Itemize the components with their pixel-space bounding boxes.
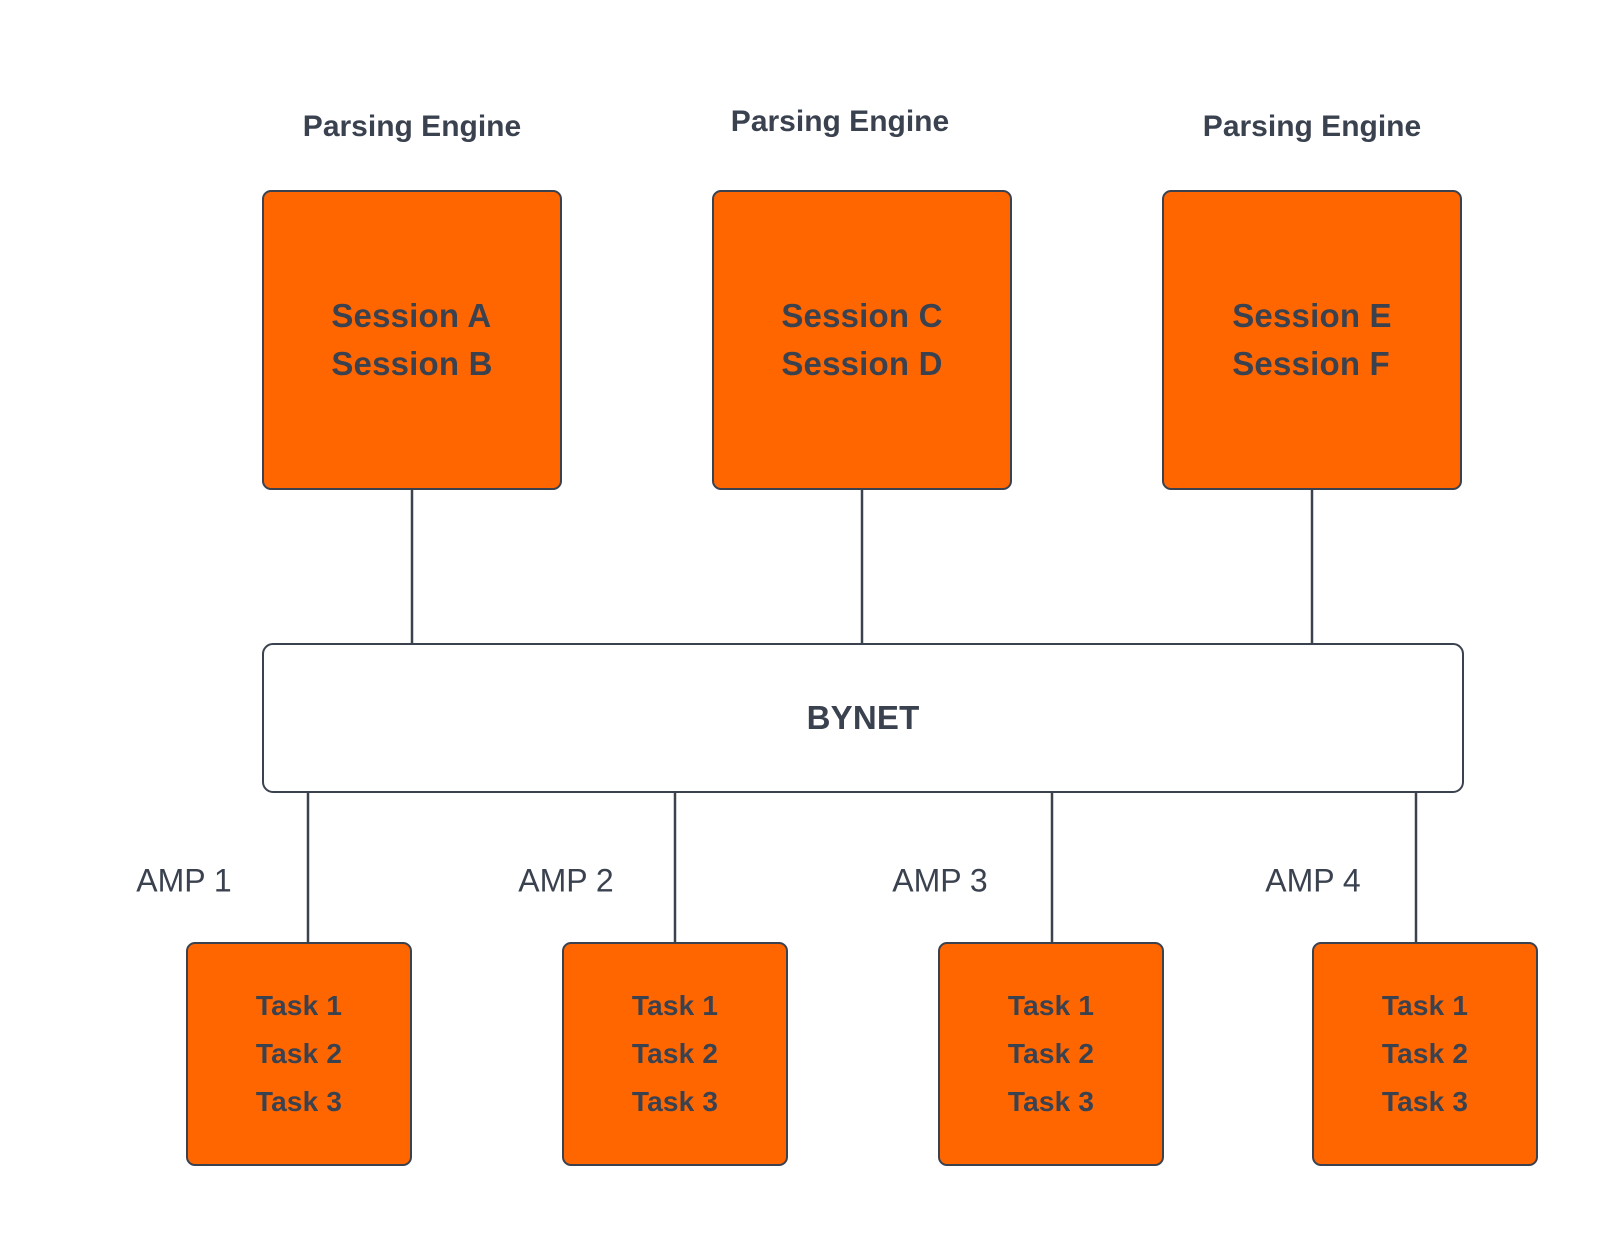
task-item: Task 1 — [631, 990, 719, 1021]
task-item: Task 3 — [255, 1086, 343, 1117]
amp-1-label: AMP 1 — [136, 862, 232, 899]
session-item: Session A — [331, 297, 492, 334]
task-item: Task 1 — [255, 990, 343, 1021]
session-item: Session C — [781, 297, 943, 334]
parsing-engine-1-caption: Parsing Engine — [302, 110, 522, 143]
parsing-engine-1-session-list: Session A Session B — [331, 292, 492, 388]
amp-4-task-box[interactable]: Task 1 Task 2 Task 3 — [1312, 942, 1538, 1166]
session-item: Session E — [1232, 297, 1392, 334]
amp-2-task-box[interactable]: Task 1 Task 2 Task 3 — [562, 942, 788, 1166]
parsing-engine-2-box[interactable]: Session C Session D — [712, 190, 1012, 490]
diagram-canvas: Parsing Engine Parsing Engine Parsing En… — [0, 0, 1613, 1243]
amp-2-label: AMP 2 — [518, 862, 614, 899]
task-item: Task 1 — [1007, 990, 1095, 1021]
amp-1-task-list: Task 1 Task 2 Task 3 — [256, 982, 342, 1126]
task-item: Task 3 — [631, 1086, 719, 1117]
session-item: Session D — [781, 345, 943, 382]
amp-3-label: AMP 3 — [892, 862, 988, 899]
parsing-engine-2-session-list: Session C Session D — [781, 292, 942, 388]
task-item: Task 3 — [1007, 1086, 1095, 1117]
task-item: Task 2 — [1007, 1038, 1095, 1069]
parsing-engine-3-session-list: Session E Session F — [1232, 292, 1392, 388]
amp-2-task-list: Task 1 Task 2 Task 3 — [632, 982, 718, 1126]
bynet-label: BYNET — [806, 699, 920, 736]
amp-1-task-box[interactable]: Task 1 Task 2 Task 3 — [186, 942, 412, 1166]
amp-4-label: AMP 4 — [1265, 862, 1361, 899]
task-item: Task 3 — [1381, 1086, 1469, 1117]
parsing-engine-1-box[interactable]: Session A Session B — [262, 190, 562, 490]
amp-4-task-list: Task 1 Task 2 Task 3 — [1382, 982, 1468, 1126]
task-item: Task 2 — [1381, 1038, 1469, 1069]
amp-3-task-list: Task 1 Task 2 Task 3 — [1008, 982, 1094, 1126]
amp-3-task-box[interactable]: Task 1 Task 2 Task 3 — [938, 942, 1164, 1166]
parsing-engine-2-caption: Parsing Engine — [730, 105, 950, 138]
session-item: Session F — [1232, 345, 1390, 382]
parsing-engine-3-caption: Parsing Engine — [1202, 110, 1422, 143]
bynet-bus[interactable]: BYNET — [262, 643, 1464, 793]
session-item: Session B — [331, 345, 493, 382]
task-item: Task 2 — [255, 1038, 343, 1069]
task-item: Task 1 — [1381, 990, 1469, 1021]
parsing-engine-3-box[interactable]: Session E Session F — [1162, 190, 1462, 490]
task-item: Task 2 — [631, 1038, 719, 1069]
